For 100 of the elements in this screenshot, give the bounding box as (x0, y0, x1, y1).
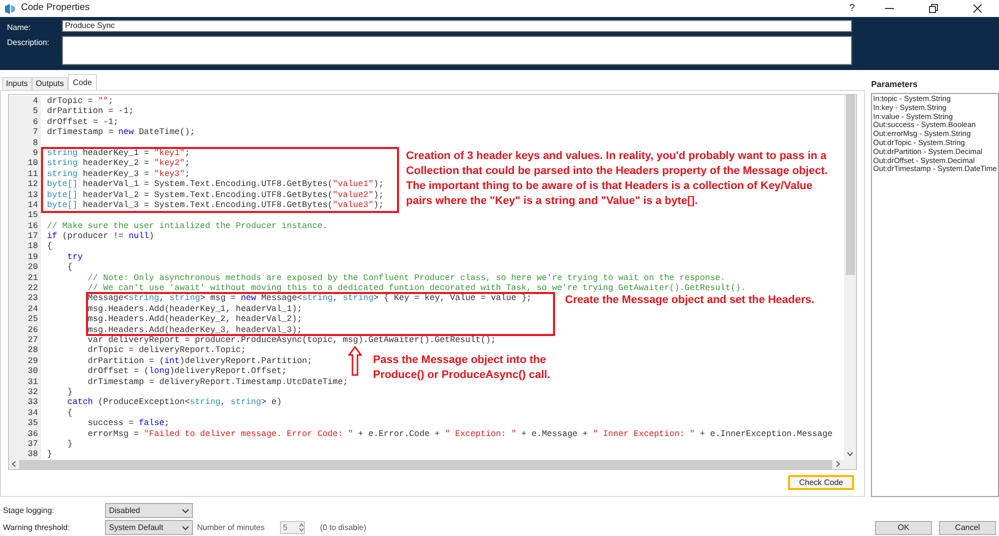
up-arrow-icon (348, 346, 362, 376)
line-number: 21 (26, 272, 39, 284)
line-number: 28 (26, 345, 39, 356)
line-number: 31 (26, 376, 39, 387)
code-line: msg.Headers.Add(headerKey_1, headerVal_1); (86, 304, 302, 314)
check-code-button[interactable]: Check Code (788, 475, 854, 490)
line-number: 32 (26, 386, 39, 398)
line-number: 26 (26, 324, 39, 335)
warning-threshold-label: Warning threshold: (3, 522, 71, 534)
code-line: } (66, 438, 73, 450)
code-line: drTimestamp = deliveryReport.Timestamp.UtcDateTime; (86, 376, 348, 387)
line-number: 12 (26, 179, 39, 190)
description-input[interactable] (62, 36, 852, 65)
parameters-title: Parameters (871, 78, 918, 90)
scroll-down-icon (847, 452, 854, 456)
close-icon (972, 4, 982, 13)
code-line: string headerKey_1 = "key1"; (47, 148, 190, 158)
annotation-text: Creation of 3 header keys and values. In reality, you'd probably want to pass in a Collection that could be parsed into the Headers property of the Message object. The important thing to be aware of is that Headers is a collection of Key/Value pairs where the "Key" is a string and "Value" is a byte[]. (406, 149, 829, 209)
code-line: if (producer != null) (47, 231, 154, 242)
stage-logging-label: Stage logging: (3, 504, 56, 516)
code-line: } (47, 449, 52, 460)
line-number: 25 (26, 314, 39, 325)
parameters-list[interactable] (871, 93, 999, 497)
code-line: // Note: Only asynchronous methods are exposed by the Confluent Producer class, so here we're trying to wait on the response. (86, 272, 726, 284)
line-number: 5 (32, 106, 39, 117)
code-line: errorMsg = "Failed to deliver message. Error Code: " + e.Error.Code + " Exception: " + e.Message + " Inner Exception: " + e.InnerException.Message (86, 428, 833, 439)
line-number: 27 (26, 334, 39, 346)
restore-icon (928, 4, 938, 13)
line-number: 29 (26, 356, 39, 366)
annotation-text: Pass the Message object into the Produce() or ProduceAsync() call. (373, 353, 552, 383)
chevron-down-icon (182, 508, 189, 512)
code-line: { (66, 262, 73, 273)
code-line: { (66, 408, 73, 418)
tab[interactable]: Code (68, 74, 97, 90)
minimize-icon (884, 8, 894, 9)
code-line: drTimestamp = new DateTime(); (47, 127, 195, 138)
line-number: 36 (26, 428, 39, 439)
line-number: 11 (26, 168, 39, 180)
window-title: Code Properties (21, 1, 90, 16)
code-line: drTopic = deliveryReport.Topic; (86, 345, 246, 356)
line-number: 20 (26, 262, 39, 273)
line-number: 17 (26, 231, 39, 242)
code-line: success = false; (86, 418, 170, 428)
line-number: 8 (32, 138, 39, 148)
line-number: 34 (26, 408, 39, 418)
line-number: 24 (26, 304, 39, 314)
code-line: // Make sure the user intialized the Producer instance. (47, 220, 328, 232)
code-line: byte[] headerVal_1 = System.Text.Encoding.UTF8.GetBytes("value1"); (47, 179, 384, 190)
code-line: // We can't use 'await' without moving this to a dedicated funtion decorated with Task, so we're trying GetAwaiter().GetResult(). (86, 283, 746, 294)
code-line: Message<string, string> msg = new Message<string, string> { Key = key, Value = value }; (86, 293, 532, 304)
dialog-button[interactable]: Cancel (939, 520, 996, 534)
code-line: byte[] headerVal_2 = System.Text.Encoding.UTF8.GetBytes("value2"); (47, 190, 384, 200)
code-line: catch (ProduceException<string, string> e) (66, 397, 282, 408)
scrollbar-thumb[interactable] (846, 95, 855, 275)
spinner-arrows-icon (299, 523, 304, 532)
dialog-button[interactable]: OK (875, 520, 932, 534)
name-label: Name: (7, 22, 32, 34)
line-number: 19 (26, 252, 39, 262)
line-number: 9 (32, 148, 39, 158)
line-number: 7 (32, 127, 39, 138)
warning-threshold-select[interactable]: System Default (105, 520, 193, 535)
line-number: 35 (26, 418, 39, 428)
code-line: var deliveryReport = producer.ProduceAsync(topic, msg).GetAwaiter().GetResult(); (86, 334, 496, 346)
vertical-scrollbar[interactable] (844, 95, 856, 469)
line-number: 22 (26, 283, 39, 294)
line-number: 14 (26, 200, 39, 210)
stage-logging-select[interactable]: Disabled (105, 503, 193, 518)
line-number: 10 (26, 158, 39, 169)
code-line: { (47, 241, 52, 252)
line-number: 13 (26, 190, 39, 200)
line-number: 38 (26, 449, 39, 460)
name-input[interactable]: Produce Sync (62, 20, 852, 32)
code-line: try (66, 252, 83, 262)
code-line: byte[] headerVal_3 = System.Text.Encoding.UTF8.GetBytes("value3"); (47, 200, 384, 210)
minutes-spinner[interactable]: 5 (280, 521, 305, 534)
code-line: drOffset = -1; (47, 116, 118, 128)
line-number: 18 (26, 241, 39, 252)
help-button[interactable]: ? (837, 0, 867, 17)
line-number: 4 (32, 96, 39, 106)
line-number: 30 (26, 366, 39, 377)
code-line: msg.Headers.Add(headerKey_2, headerVal_2); (86, 314, 302, 325)
minutes-hint: (0 to disable) (320, 522, 366, 534)
app-icon (4, 4, 16, 14)
code-line: msg.Headers.Add(headerKey_3, headerVal_3); (86, 324, 302, 335)
code-line: drPartition = -1; (47, 106, 134, 117)
code-line: string headerKey_2 = "key2"; (47, 158, 190, 169)
minutes-label: Number of minutes (197, 522, 266, 534)
chevron-down-icon (182, 526, 189, 530)
code-line: drOffset = (long)deliveryReport.Offset; (86, 366, 287, 377)
annotation-text: Create the Message object and set the Headers. (565, 293, 816, 308)
line-number: 23 (26, 293, 39, 304)
code-line: } (66, 386, 73, 398)
description-label: Description: (7, 37, 50, 49)
line-number: 37 (26, 438, 39, 450)
code-line: drPartition = (int)deliveryReport.Partition; (86, 356, 312, 366)
line-number: 16 (26, 220, 39, 232)
line-number: 6 (32, 116, 39, 128)
line-number: 15 (26, 210, 39, 221)
tab[interactable]: Inputs (2, 77, 32, 90)
tab[interactable]: Outputs (32, 77, 68, 90)
